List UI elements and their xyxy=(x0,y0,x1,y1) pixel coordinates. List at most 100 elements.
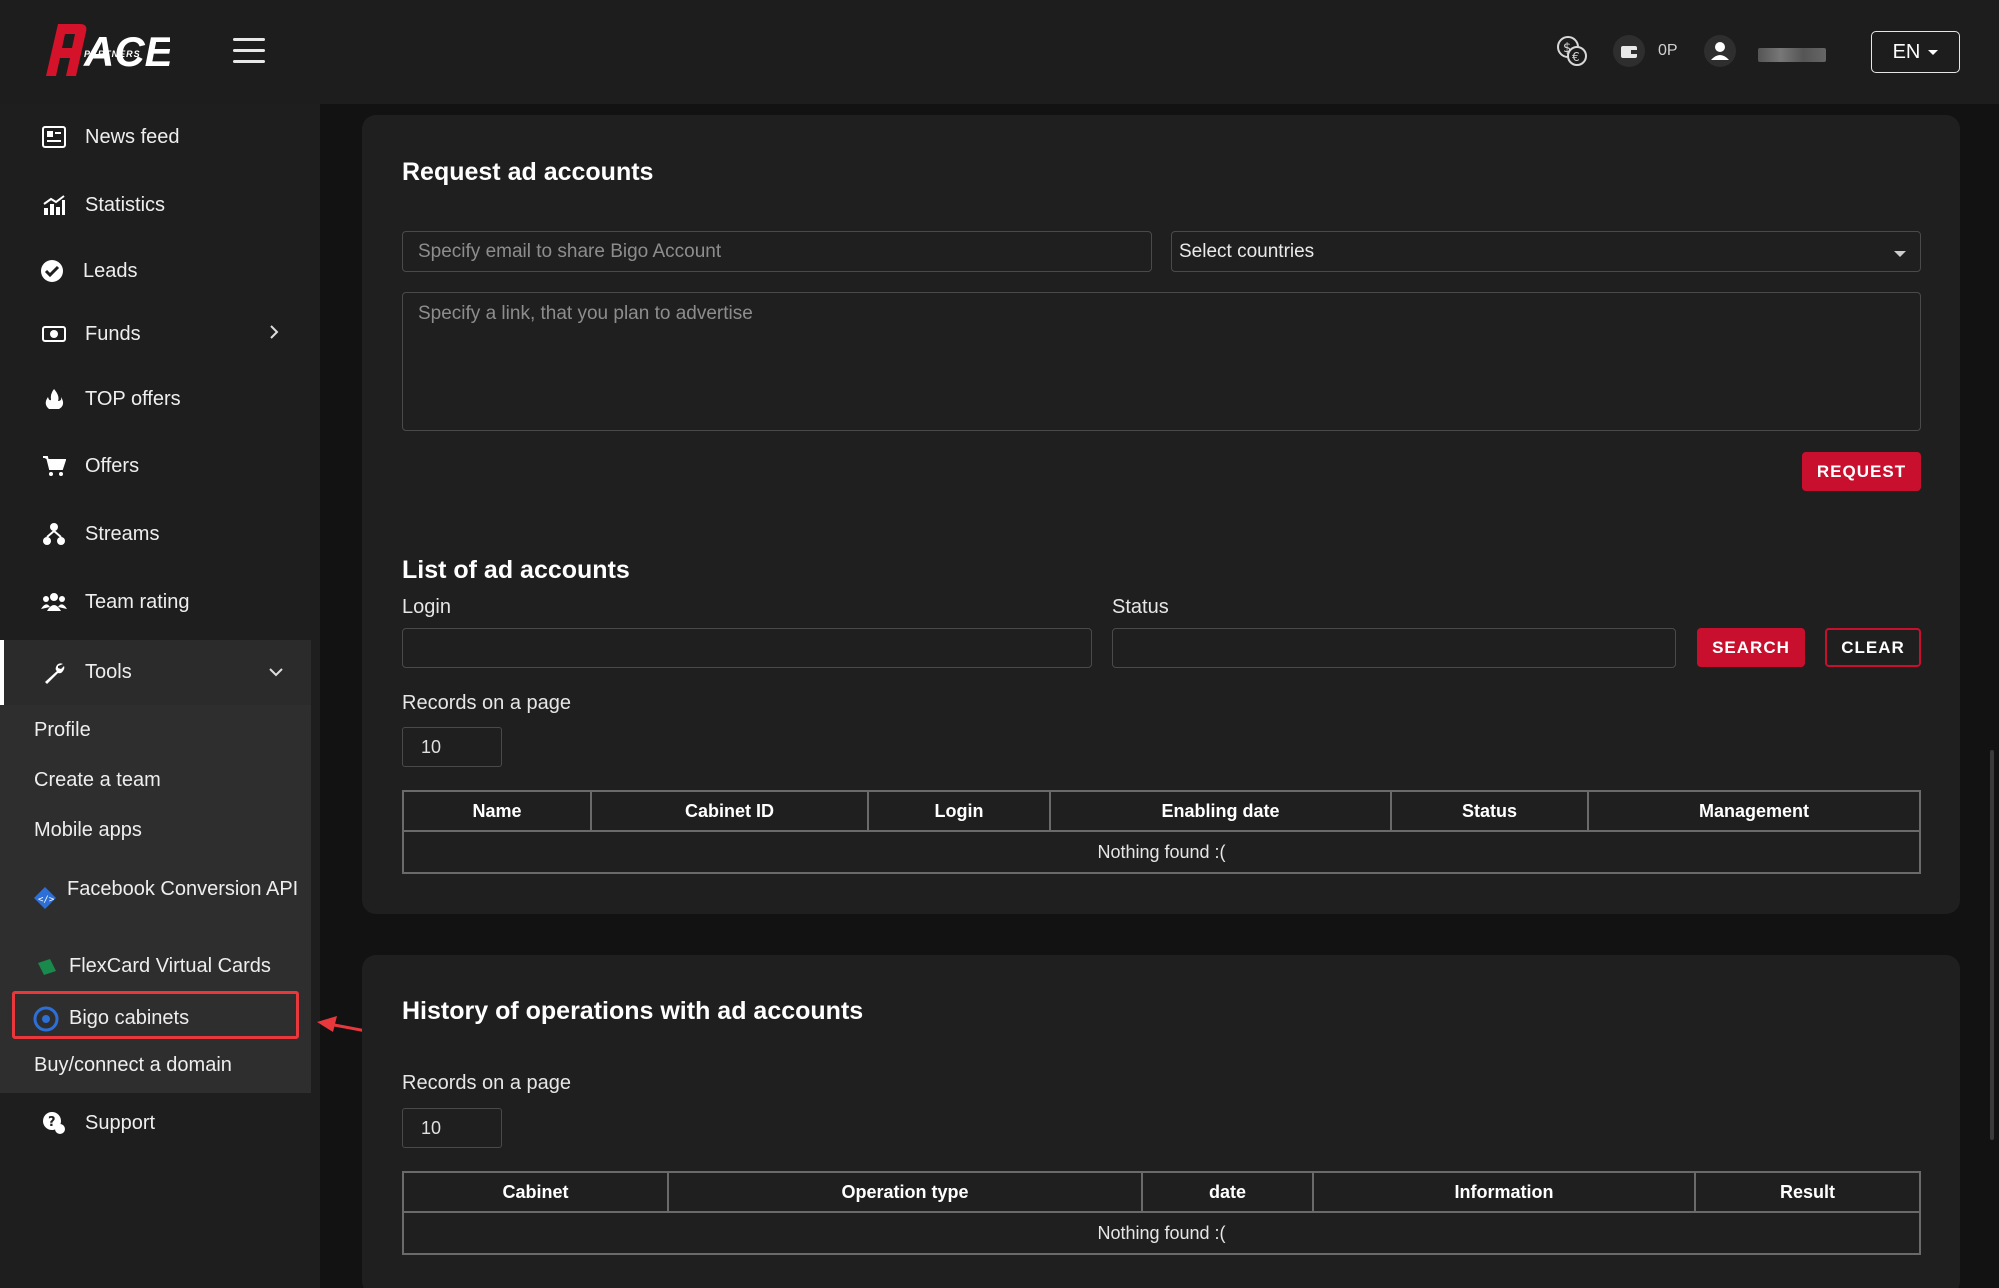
status-label: Status xyxy=(1112,596,1169,618)
countries-placeholder: Select countries xyxy=(1179,240,1315,262)
table-row: Nothing found :( xyxy=(402,1211,1921,1255)
sidebar-item-tools[interactable]: Tools xyxy=(0,640,311,705)
language-select[interactable]: EN xyxy=(1871,31,1960,73)
history-table: Cabinet Operation type date Information … xyxy=(402,1171,1921,1255)
sidebar-item-streams[interactable]: Streams xyxy=(0,509,311,559)
col-status[interactable]: Status xyxy=(1390,790,1589,832)
table-header-row: Cabinet Operation type date Information … xyxy=(402,1171,1921,1213)
check-circle-icon xyxy=(38,257,66,285)
records-label: Records on a page xyxy=(402,692,572,714)
submenu-item-label: FlexCard Virtual Cards xyxy=(69,955,271,977)
page-scrollbar[interactable] xyxy=(1990,750,1994,1140)
team-icon xyxy=(40,588,68,616)
link-placeholder: Specify a link, that you plan to adverti… xyxy=(418,303,753,324)
submenu-item-label: Facebook Conversion API xyxy=(67,878,299,900)
chevron-down-icon xyxy=(268,661,284,684)
streams-icon xyxy=(40,520,68,548)
sidebar-item-statistics[interactable]: Statistics xyxy=(0,180,311,230)
sidebar-item-label: Leads xyxy=(83,259,138,282)
email-input[interactable]: Specify email to share Bigo Account xyxy=(402,231,1152,272)
sidebar-item-label: News feed xyxy=(85,125,180,148)
chevron-down-icon xyxy=(1894,251,1906,257)
ad-accounts-table: Name Cabinet ID Login Enabling date Stat… xyxy=(402,790,1921,874)
sidebar-item-news-feed[interactable]: News feed xyxy=(0,112,311,162)
svg-text:€: € xyxy=(1572,50,1580,64)
top-header: ACE PARTNERS $ € 0P EN xyxy=(0,0,1999,104)
status-input[interactable] xyxy=(1112,628,1676,668)
col-cabinet-id[interactable]: Cabinet ID xyxy=(590,790,869,832)
wallet-icon[interactable] xyxy=(1612,34,1646,68)
submenu-item-facebook-capi[interactable]: </> Facebook Conversion API xyxy=(0,866,311,926)
sidebar-item-label: Tools xyxy=(85,661,132,683)
submenu-item-mobile-apps[interactable]: Mobile apps xyxy=(34,819,142,842)
list-title: List of ad accounts xyxy=(402,556,630,584)
sidebar-item-support[interactable]: ? Support xyxy=(0,1098,311,1148)
sidebar: News feed Statistics Leads Funds TOP off… xyxy=(0,104,320,1288)
col-management[interactable]: Management xyxy=(1587,790,1921,832)
svg-text:?: ? xyxy=(48,1115,56,1130)
money-icon xyxy=(40,320,68,348)
col-date[interactable]: date xyxy=(1141,1171,1314,1213)
code-icon: </> xyxy=(33,886,57,915)
user-icon[interactable] xyxy=(1703,34,1737,68)
card-icon xyxy=(36,957,58,982)
menu-burger-icon[interactable] xyxy=(233,38,265,64)
col-result[interactable]: Result xyxy=(1694,1171,1921,1213)
request-button[interactable]: REQUEST xyxy=(1802,452,1921,491)
col-operation-type[interactable]: Operation type xyxy=(667,1171,1143,1213)
col-information[interactable]: Information xyxy=(1312,1171,1696,1213)
sidebar-item-label: TOP offers xyxy=(85,387,181,410)
col-name[interactable]: Name xyxy=(402,790,592,832)
wrench-icon xyxy=(40,659,68,687)
support-icon: ? xyxy=(40,1109,68,1137)
chevron-down-icon xyxy=(1928,49,1939,55)
records-per-page-input[interactable]: 10 xyxy=(402,727,502,767)
empty-message: Nothing found :( xyxy=(402,830,1921,874)
sidebar-item-label: Statistics xyxy=(85,193,166,216)
col-enabling-date[interactable]: Enabling date xyxy=(1049,790,1392,832)
fire-icon xyxy=(40,385,68,413)
request-ad-accounts-card: Request ad accounts Specify email to sha… xyxy=(362,115,1960,914)
chart-icon xyxy=(40,191,68,219)
history-title: History of operations with ad accounts xyxy=(402,997,864,1025)
login-input[interactable] xyxy=(402,628,1092,668)
search-button[interactable]: SEARCH xyxy=(1697,628,1805,667)
history-records-label: Records on a page xyxy=(402,1072,572,1094)
sidebar-item-offers[interactable]: Offers xyxy=(0,441,311,491)
clear-button[interactable]: CLEAR xyxy=(1825,628,1921,667)
chevron-right-icon xyxy=(268,323,280,346)
app-window: ACE PARTNERS $ € 0P EN News feed Statist… xyxy=(0,0,1999,1288)
submenu-item-buy-domain[interactable]: Buy/connect a domain xyxy=(34,1054,232,1077)
request-title: Request ad accounts xyxy=(402,158,654,186)
countries-select[interactable]: Select countries xyxy=(1171,231,1921,272)
sidebar-item-label: Funds xyxy=(85,322,141,345)
email-placeholder: Specify email to share Bigo Account xyxy=(418,240,722,262)
sidebar-item-label: Support xyxy=(85,1111,156,1134)
sidebar-item-funds[interactable]: Funds xyxy=(0,309,311,359)
highlight-box xyxy=(12,991,299,1039)
link-textarea[interactable]: Specify a link, that you plan to adverti… xyxy=(402,292,1921,431)
empty-message: Nothing found :( xyxy=(402,1211,1921,1255)
sidebar-item-leads[interactable]: Leads xyxy=(0,246,311,296)
newspaper-icon xyxy=(40,123,68,151)
login-label: Login xyxy=(402,596,451,618)
sidebar-item-label: Team rating xyxy=(85,590,190,613)
table-header-row: Name Cabinet ID Login Enabling date Stat… xyxy=(402,790,1921,832)
col-cabinet[interactable]: Cabinet xyxy=(402,1171,669,1213)
history-records-per-page-input[interactable]: 10 xyxy=(402,1108,502,1148)
logo-subtitle: PARTNERS xyxy=(84,49,141,59)
col-login[interactable]: Login xyxy=(867,790,1051,832)
sidebar-item-top-offers[interactable]: TOP offers xyxy=(0,374,311,424)
user-name-redacted[interactable] xyxy=(1758,48,1826,62)
balance-value: 0P xyxy=(1658,42,1678,59)
submenu-item-flexcard[interactable]: FlexCard Virtual Cards xyxy=(0,949,311,985)
cart-icon xyxy=(40,452,68,480)
table-row: Nothing found :( xyxy=(402,830,1921,874)
submenu-item-profile[interactable]: Profile xyxy=(34,719,91,742)
sidebar-item-team-rating[interactable]: Team rating xyxy=(0,577,311,627)
sidebar-item-label: Streams xyxy=(85,522,160,545)
history-card: History of operations with ad accounts R… xyxy=(362,955,1960,1288)
submenu-item-create-team[interactable]: Create a team xyxy=(34,769,161,792)
language-label: EN xyxy=(1892,40,1921,63)
currency-exchange-icon[interactable]: $ € xyxy=(1555,34,1589,68)
